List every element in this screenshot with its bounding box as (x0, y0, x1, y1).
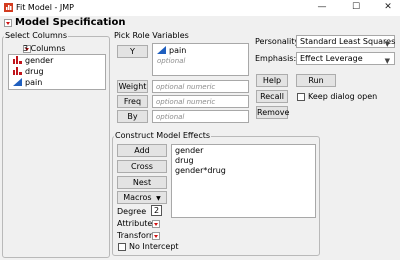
select-columns-label: Select Columns (4, 31, 69, 40)
y-role-item[interactable]: pain (157, 46, 186, 55)
chevron-down-icon: ▼ (384, 40, 390, 48)
list-item[interactable]: drug (175, 156, 194, 165)
by-role-button[interactable]: By (117, 110, 148, 123)
freq-role-button[interactable]: Freq (117, 95, 148, 108)
weight-role-field[interactable]: optional numeric (152, 80, 249, 93)
personality-label: Personality: (255, 37, 302, 46)
page-title: Model Specification (15, 17, 126, 28)
keep-open-label: Keep dialog open (308, 92, 378, 101)
macros-label: Macros (123, 193, 152, 202)
emphasis-value: Effect Leverage (300, 54, 363, 63)
continuous-column-icon (157, 46, 166, 54)
close-button[interactable]: ✕ (376, 1, 400, 14)
y-role-value: pain (169, 46, 187, 55)
emphasis-select[interactable]: Effect Leverage ▼ (296, 52, 395, 65)
column-count: 3 Columns (23, 44, 66, 53)
chevron-down-icon: ▼ (384, 57, 390, 65)
minimize-button[interactable]: — (310, 1, 334, 14)
keep-open-checkbox[interactable] (297, 93, 305, 101)
nominal-column-icon (13, 56, 22, 64)
add-effect-button[interactable]: Add (117, 144, 167, 157)
list-item[interactable]: gender*drug (175, 166, 226, 175)
nominal-column-icon (13, 67, 22, 75)
y-role-placeholder: optional (157, 57, 186, 65)
chevron-down-icon: ▼ (156, 195, 161, 202)
recall-button[interactable]: Recall (256, 90, 288, 103)
transform-label: Transform (117, 231, 157, 240)
run-button[interactable]: Run (296, 74, 336, 87)
attributes-menu-icon[interactable] (152, 220, 160, 228)
column-name: gender (25, 56, 54, 65)
degree-input[interactable]: 2 (151, 205, 162, 216)
maximize-button[interactable]: ☐ (344, 1, 368, 14)
personality-value: Standard Least Squares (300, 37, 396, 46)
column-name: drug (25, 67, 44, 76)
weight-role-button[interactable]: Weight (117, 80, 148, 93)
model-effects-list[interactable]: gender drug gender*drug (171, 144, 316, 218)
construct-effects-label: Construct Model Effects (114, 131, 212, 140)
list-item[interactable]: drug (13, 67, 44, 76)
continuous-column-icon (13, 78, 22, 86)
by-role-field[interactable]: optional (152, 110, 249, 123)
list-item[interactable]: gender (175, 146, 203, 155)
no-intercept-checkbox[interactable] (118, 243, 126, 251)
macros-button[interactable]: Macros ▼ (117, 191, 167, 204)
window-title: Fit Model - JMP (16, 3, 74, 12)
personality-select[interactable]: Standard Least Squares ▼ (296, 35, 395, 48)
nest-button[interactable]: Nest (117, 176, 167, 189)
remove-button[interactable]: Remove (256, 106, 289, 119)
column-name: pain (25, 78, 43, 87)
pick-roles-label: Pick Role Variables (113, 31, 190, 40)
attributes-label: Attributes (117, 219, 157, 228)
transform-menu-icon[interactable] (152, 232, 160, 240)
emphasis-label: Emphasis: (255, 54, 297, 63)
degree-label: Degree (117, 207, 147, 216)
jmp-app-icon (4, 3, 13, 12)
column-list: gender drug pain (8, 54, 106, 90)
list-item[interactable]: gender (13, 56, 53, 65)
no-intercept-label: No Intercept (129, 242, 179, 251)
help-button[interactable]: Help (256, 74, 288, 87)
list-item[interactable]: pain (13, 78, 42, 87)
y-role-button[interactable]: Y (117, 45, 148, 58)
red-triangle-menu-icon[interactable] (4, 19, 12, 27)
y-role-list[interactable]: pain optional (152, 43, 249, 76)
freq-role-field[interactable]: optional numeric (152, 95, 249, 108)
cross-button[interactable]: Cross (117, 160, 167, 173)
